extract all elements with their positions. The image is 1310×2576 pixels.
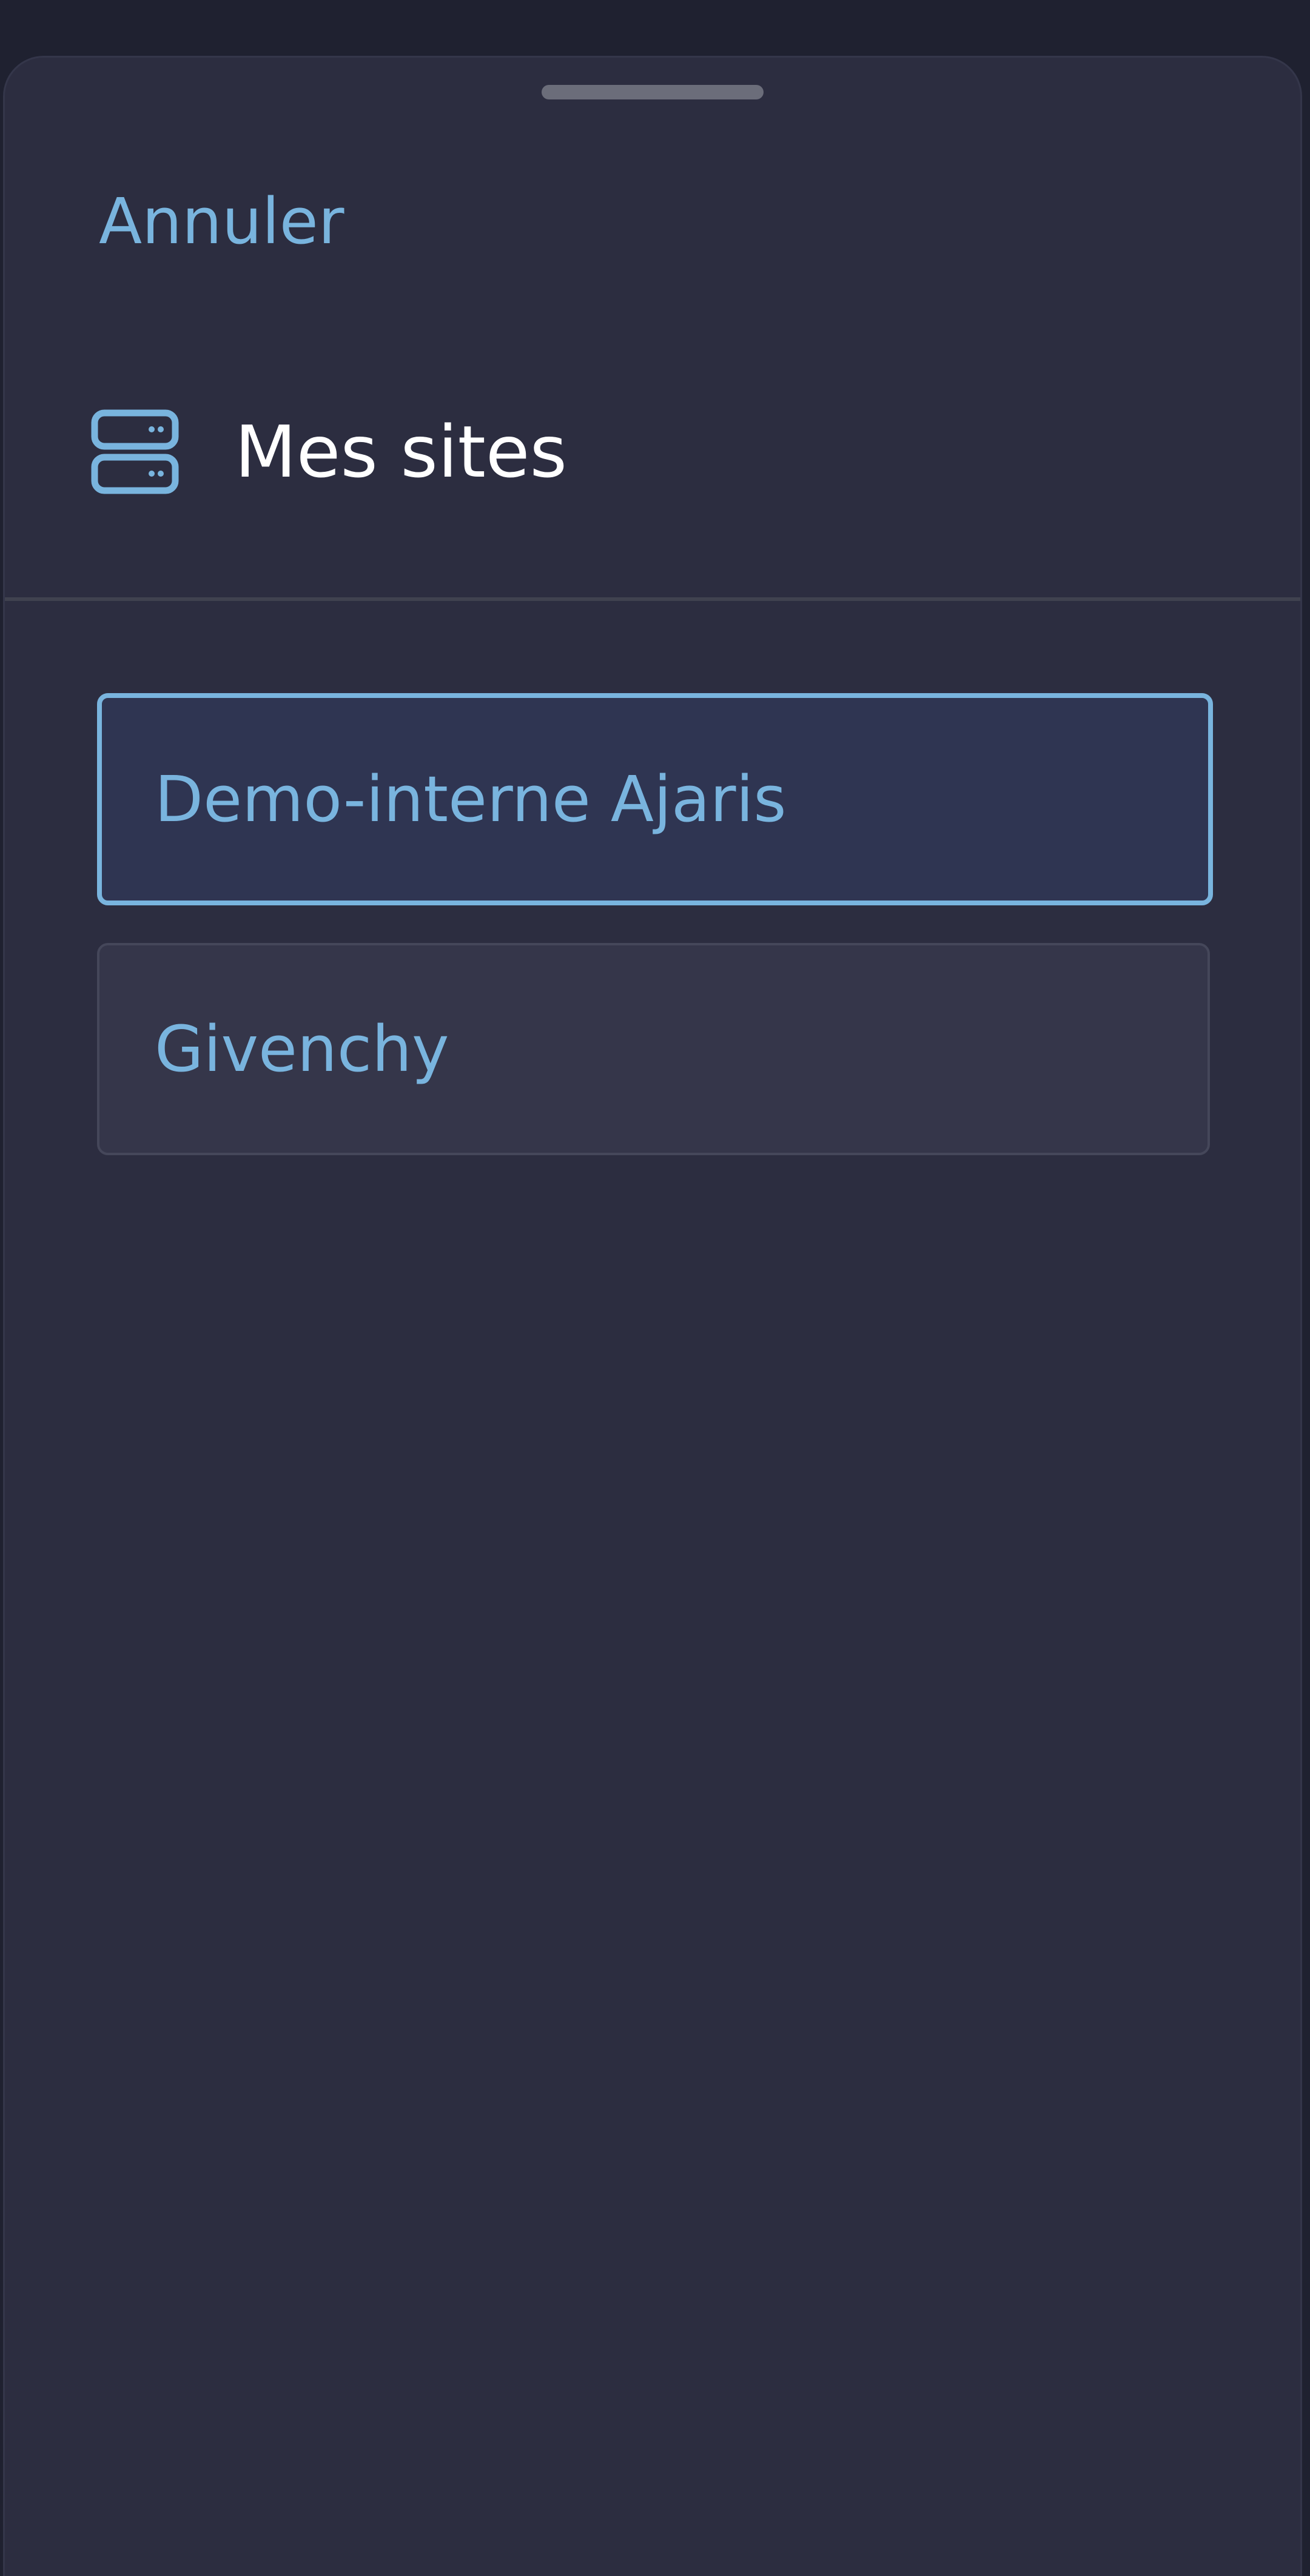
- site-item-label: Demo-interne Ajaris: [155, 762, 787, 836]
- site-item-demo-interne-ajaris[interactable]: Demo-interne Ajaris: [97, 693, 1213, 905]
- page-title: Mes sites: [235, 410, 567, 494]
- sheet-header: Mes sites: [91, 403, 567, 500]
- site-item-label: Givenchy: [155, 1012, 449, 1086]
- server-icon: [91, 409, 179, 494]
- sheet-drag-handle[interactable]: [542, 85, 764, 99]
- site-item-givenchy[interactable]: Givenchy: [97, 943, 1210, 1155]
- header-divider: [5, 597, 1300, 601]
- cancel-button[interactable]: Annuler: [99, 182, 344, 261]
- screen: Annuler Mes sites Demo-interne Ajaris Gi…: [0, 0, 1310, 2576]
